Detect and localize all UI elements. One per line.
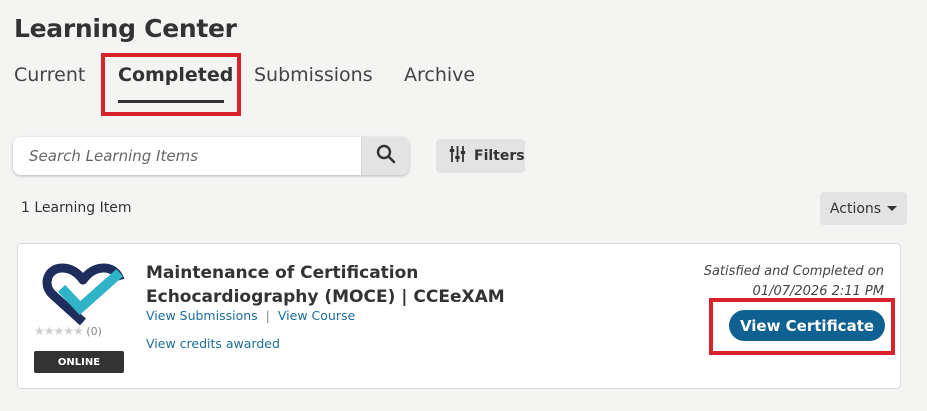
actions-dropdown[interactable]: Actions [820,192,907,225]
search-icon [376,144,396,168]
caret-down-icon [887,206,898,211]
course-logo [38,262,128,328]
filters-label: Filters [474,148,525,164]
result-count: 1 Learning Item [21,200,132,216]
star-rating: ★★★★★ (0) [34,324,102,338]
view-submissions-link[interactable]: View Submissions [146,308,258,323]
search-input[interactable] [13,137,361,175]
sliders-icon [449,145,466,167]
view-credits-link[interactable]: View credits awarded [146,336,280,351]
type-badge: ONLINE [34,351,124,373]
star-icons: ★★★★★ [34,324,84,338]
completion-status: Satisfied and Completed on 01/07/2026 2:… [654,262,884,302]
view-course-link[interactable]: View Course [278,308,355,323]
item-title[interactable]: Maintenance of Certification Echocardiog… [146,261,506,309]
status-line-1: Satisfied and Completed on [703,264,884,279]
search-bar [13,137,409,175]
tab-current[interactable]: Current [14,64,85,86]
highlight-box-completed-tab [101,53,241,116]
tab-submissions[interactable]: Submissions [254,64,373,86]
filters-button[interactable]: Filters [436,139,525,173]
tab-archive[interactable]: Archive [404,64,475,86]
actions-label: Actions [829,200,882,217]
learning-center-page: Learning Center Current Completed Submis… [0,0,927,411]
highlight-box-certificate [709,298,895,355]
rating-count: (0) [86,325,102,338]
item-links: View Submissions | View Course [146,308,355,323]
search-button[interactable] [361,137,409,175]
page-title: Learning Center [14,14,237,43]
link-separator: | [265,308,270,323]
